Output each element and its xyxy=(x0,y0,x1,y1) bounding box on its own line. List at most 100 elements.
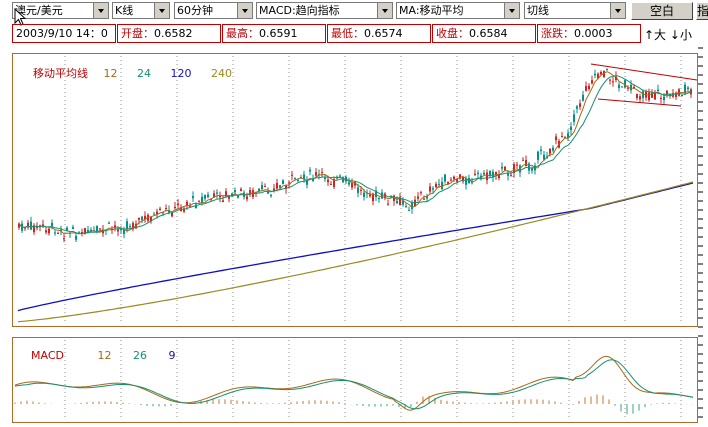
low-field: 最低：0.6574 xyxy=(327,24,431,43)
candle-body xyxy=(141,216,143,220)
candle-body xyxy=(549,148,551,154)
candle-body xyxy=(75,235,77,240)
blank-button[interactable]: 空白 xyxy=(631,2,693,20)
candle-body xyxy=(240,188,242,191)
candle-body xyxy=(48,228,50,234)
chevron-down-icon[interactable] xyxy=(93,3,108,18)
macd-legend-9: 9 xyxy=(168,349,176,362)
candle-body xyxy=(510,174,512,176)
ma-legend-24: 24 xyxy=(137,67,151,80)
macd-histogram xyxy=(14,394,694,415)
candle-body xyxy=(294,178,296,180)
candle-body xyxy=(165,208,167,210)
line-tool-select[interactable]: 切线 xyxy=(524,2,626,19)
ma12-line xyxy=(18,71,691,235)
high-label: 最高： xyxy=(226,27,259,40)
candle-body xyxy=(441,181,443,190)
candle-body xyxy=(120,229,122,231)
candle-body xyxy=(588,85,590,90)
zoom-in-button[interactable]: ↑大 xyxy=(644,28,666,42)
candle-body xyxy=(327,179,329,183)
candle-body xyxy=(618,84,620,89)
candle-body xyxy=(585,86,587,91)
overlay-value: MA:移动平均 xyxy=(399,4,464,17)
extra-button[interactable]: 指 xyxy=(696,2,708,20)
candle-body xyxy=(270,195,272,197)
period-value: 60分钟 xyxy=(177,4,213,17)
change-label: 涨跌： xyxy=(541,27,574,40)
candle-body xyxy=(411,203,413,209)
candle-body xyxy=(153,213,155,215)
candle-body xyxy=(378,197,380,200)
candle-body xyxy=(447,181,449,184)
chevron-down-icon[interactable] xyxy=(377,3,392,18)
candle-body xyxy=(288,182,290,184)
period-select[interactable]: 60分钟 xyxy=(174,2,253,19)
candle-body xyxy=(681,94,683,96)
price-chart[interactable] xyxy=(13,54,697,326)
candles xyxy=(18,68,692,243)
candle-body xyxy=(471,182,473,184)
candle-body xyxy=(648,92,650,101)
price-axis-ticks xyxy=(698,47,703,418)
candle-body xyxy=(123,229,125,234)
ma-legend-120: 120 xyxy=(170,67,192,80)
candle-body xyxy=(261,185,263,190)
zoom-out-button[interactable]: ↓小 xyxy=(670,28,692,42)
candle-body xyxy=(453,176,455,180)
ma-legend-240: 240 xyxy=(211,67,232,80)
candle-body xyxy=(273,188,275,191)
change-field: 涨跌：0.0003 xyxy=(537,24,641,43)
candle-body xyxy=(576,106,578,109)
candle-body xyxy=(540,149,542,152)
candle-body xyxy=(117,229,119,232)
candle-body xyxy=(315,172,317,176)
chevron-down-icon[interactable] xyxy=(610,3,625,18)
indicator-value: MACD:趋向指标 xyxy=(259,4,340,17)
indicator-select[interactable]: MACD:趋向指标 xyxy=(256,2,393,19)
candle-body xyxy=(297,180,299,182)
candle-body xyxy=(207,194,209,198)
candle-body xyxy=(432,188,434,190)
candle-body xyxy=(537,151,539,160)
high-field: 最高：0.6591 xyxy=(222,24,326,43)
candle-body xyxy=(435,183,437,188)
candle-body xyxy=(129,226,131,228)
overlay-select[interactable]: MA:移动平均 xyxy=(396,2,520,19)
chevron-down-icon[interactable] xyxy=(237,3,252,18)
candle-body xyxy=(357,187,359,193)
candle-body xyxy=(351,183,353,188)
candle-body xyxy=(396,200,398,204)
candle-body xyxy=(30,221,32,230)
candle-body xyxy=(474,173,476,175)
close-value: 0.6584 xyxy=(469,27,508,40)
high-value: 0.6591 xyxy=(259,27,298,40)
close-label: 收盘： xyxy=(436,27,469,40)
candle-body xyxy=(171,212,173,217)
candle-body xyxy=(522,159,524,161)
candle-body xyxy=(369,194,371,197)
ma-legend-12: 12 xyxy=(103,67,118,80)
candle-body xyxy=(420,192,422,194)
candle-body xyxy=(621,86,623,88)
candle-body xyxy=(444,174,446,182)
chevron-down-icon[interactable] xyxy=(154,3,169,18)
candle-body xyxy=(192,196,194,199)
candle-body xyxy=(612,81,614,83)
macd-legend: MACD 12 26 9 xyxy=(31,349,175,362)
candle-body xyxy=(552,147,554,151)
candle-body xyxy=(504,166,506,171)
candle-body xyxy=(483,172,485,175)
candle-body xyxy=(279,185,281,188)
candle-body xyxy=(177,203,179,206)
candle-body xyxy=(417,196,419,199)
chevron-down-icon[interactable] xyxy=(504,3,519,18)
chart-type-select[interactable]: K线 xyxy=(112,2,170,19)
candle-body xyxy=(330,183,332,185)
low-value: 0.6574 xyxy=(364,27,403,40)
close-field: 收盘：0.6584 xyxy=(432,24,536,43)
candle-body xyxy=(54,232,56,234)
open-field: 开盘：0.6582 xyxy=(117,24,221,43)
candle-body xyxy=(687,87,689,90)
candle-body xyxy=(159,208,161,211)
